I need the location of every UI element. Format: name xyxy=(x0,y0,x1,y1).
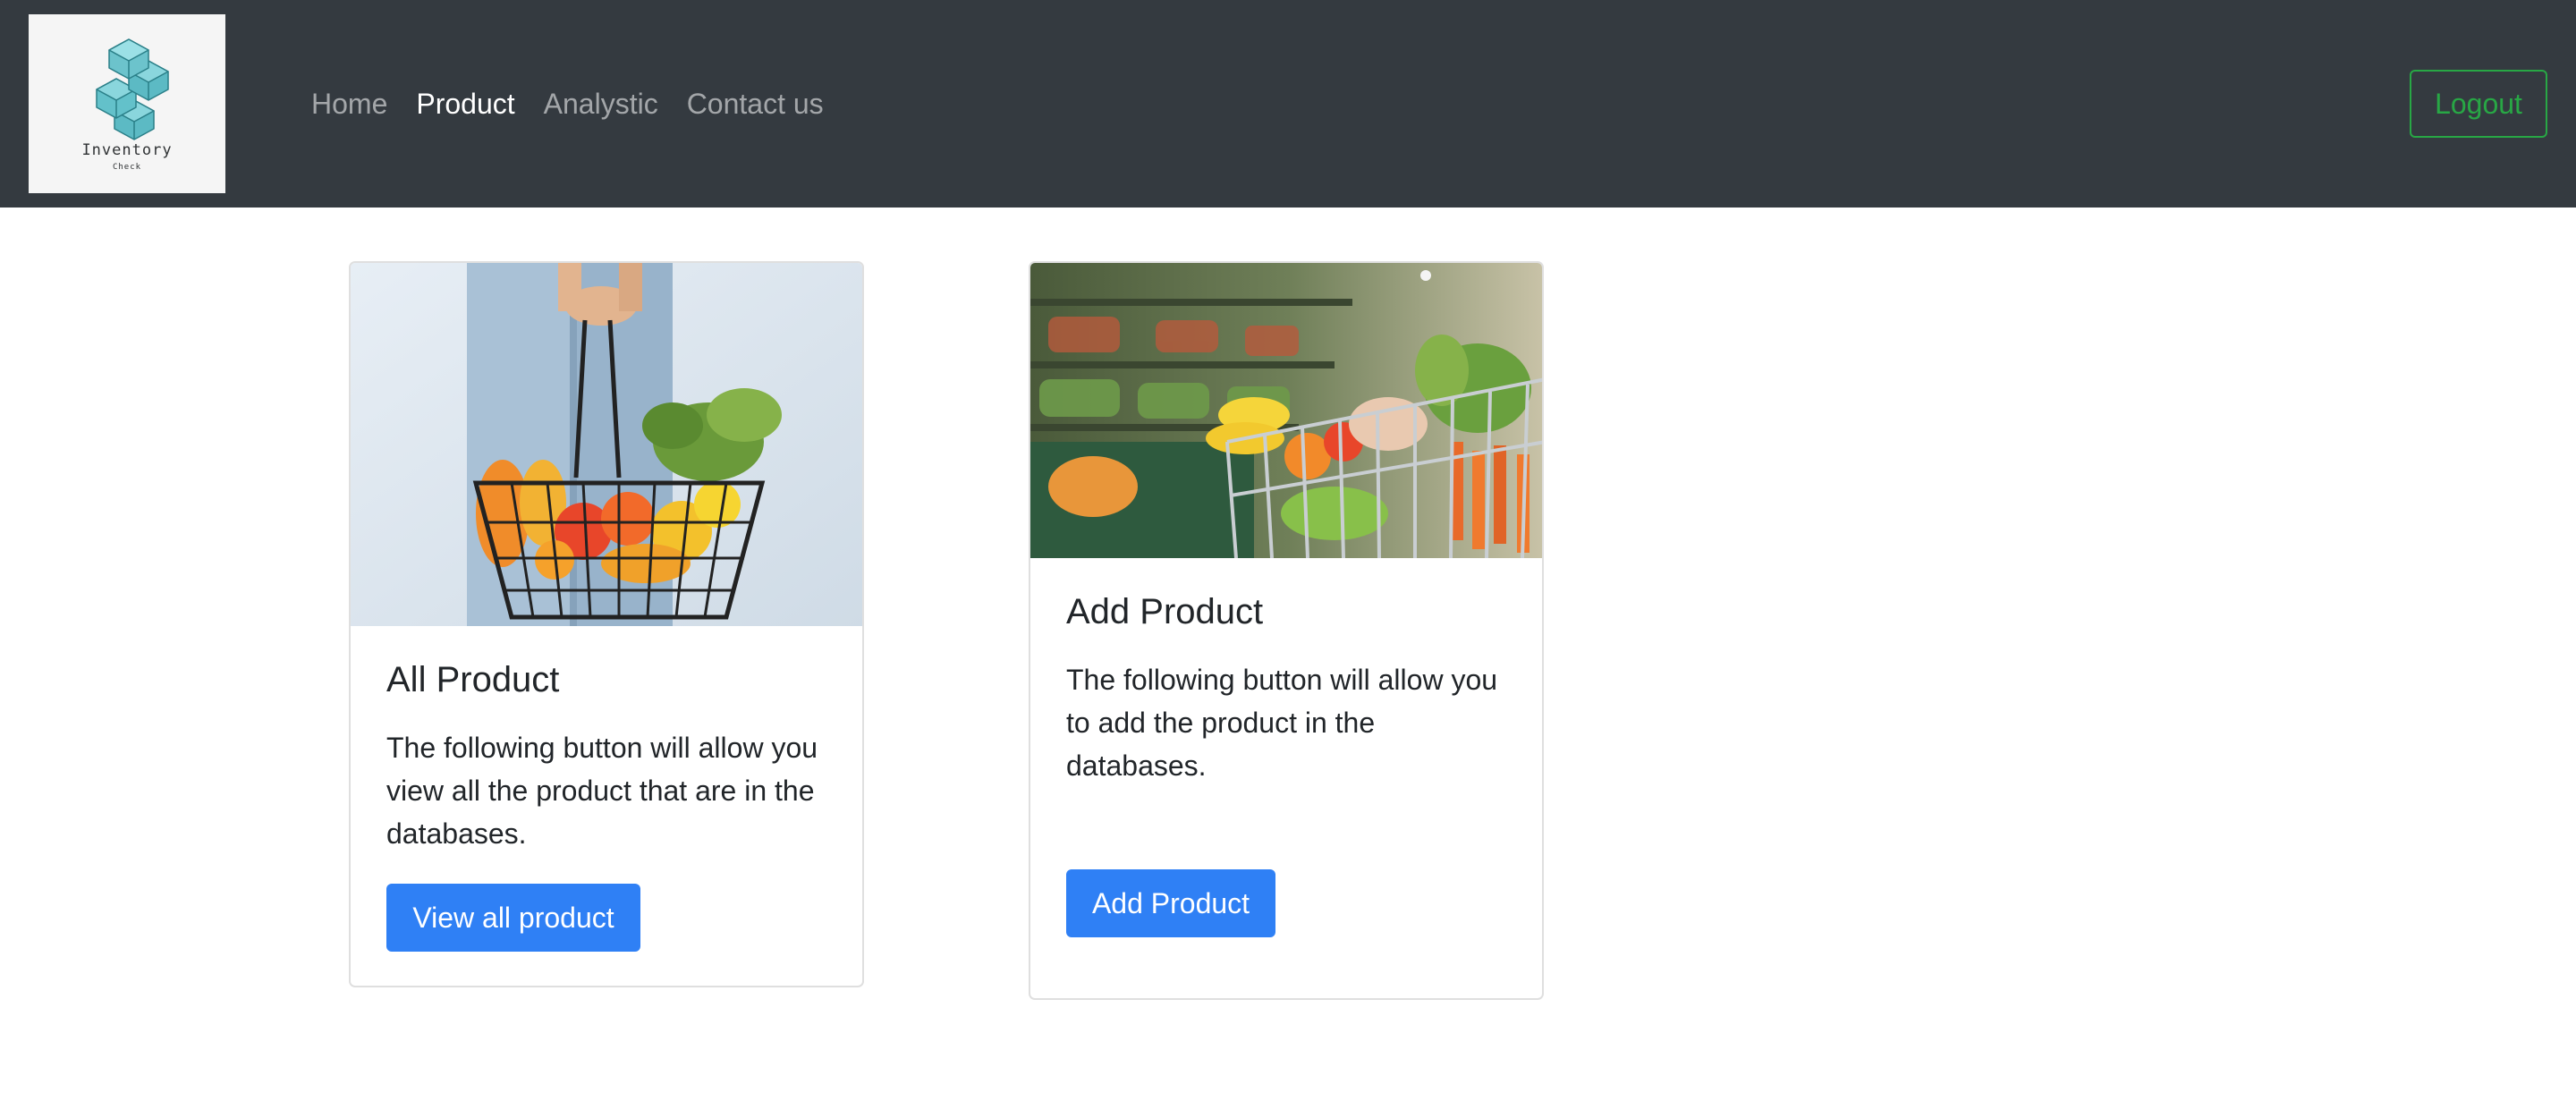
nav-contact-link[interactable]: Contact us xyxy=(687,88,824,121)
brand-wordmark: Inventory xyxy=(81,141,173,159)
nav-home-link[interactable]: Home xyxy=(311,88,387,121)
brand-subtitle: Check xyxy=(112,163,142,172)
card-description: The following button will allow you view… xyxy=(386,732,818,850)
shopping-cart-image xyxy=(1030,263,1542,558)
add-product-button[interactable]: Add Product xyxy=(1066,869,1275,937)
top-navbar: Inventory Check Home Product Analystic C… xyxy=(0,0,2576,208)
logout-button[interactable]: Logout xyxy=(2410,70,2547,138)
view-all-product-button[interactable]: View all product xyxy=(386,884,640,952)
nav-menu: Home Product Analystic Contact us xyxy=(311,82,852,125)
grocery-basket-image xyxy=(351,263,862,626)
nav-product-link[interactable]: Product xyxy=(416,88,514,121)
add-product-card: Add Product The following button will al… xyxy=(1029,261,1544,1000)
brand-logo[interactable]: Inventory Check xyxy=(29,14,225,193)
all-product-card: All Product The following button will al… xyxy=(349,261,864,987)
card-title: All Product xyxy=(386,660,560,699)
card-description: The following button will allow you to a… xyxy=(1066,664,1498,782)
card-title: Add Product xyxy=(1066,592,1264,631)
nav-analystic-link[interactable]: Analystic xyxy=(544,88,658,121)
